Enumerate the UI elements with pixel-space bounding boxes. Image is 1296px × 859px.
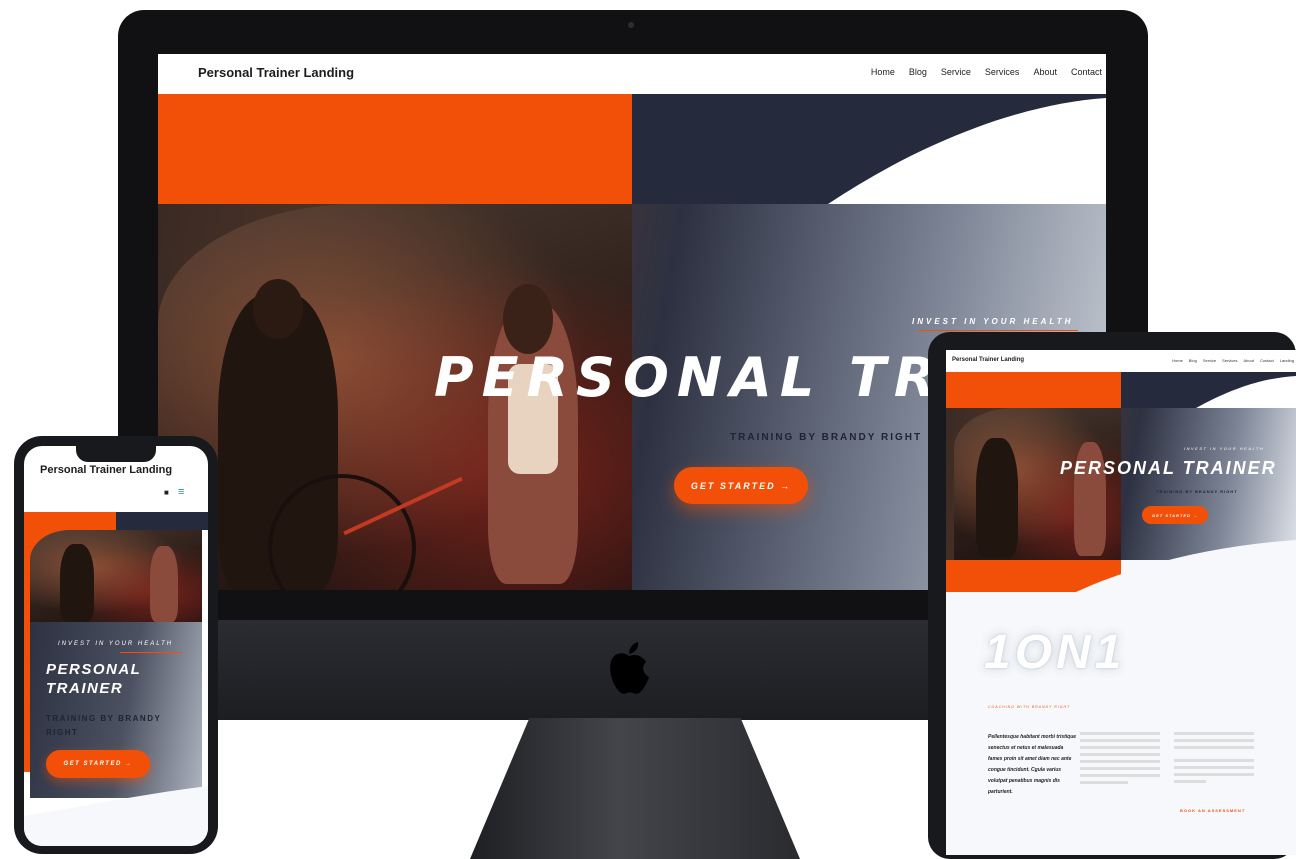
hero-eyebrow: INVEST IN YOUR HEALTH bbox=[912, 317, 1074, 326]
section-caption: COACHING WITH BRANDY RIGHT bbox=[988, 705, 1071, 709]
camera-icon bbox=[628, 22, 634, 28]
tablet-hero-title: PERSONAL TRAINER bbox=[1060, 458, 1277, 478]
phone-hero-subtitle: TRAINING BY BRANDY RIGHT bbox=[46, 714, 162, 737]
phone-notch bbox=[76, 446, 156, 462]
phone-hero-photo bbox=[30, 530, 202, 622]
phone-coach-figure bbox=[150, 546, 178, 622]
text-column-1 bbox=[1080, 732, 1160, 784]
text-column-2 bbox=[1174, 732, 1254, 783]
phone-trainee-figure bbox=[60, 544, 94, 622]
hamburger-menu-icon[interactable]: ≡ bbox=[178, 486, 184, 498]
phone-eyebrow-underline bbox=[120, 652, 182, 653]
section-heading: 1ON1 bbox=[984, 626, 1126, 679]
phone-navy-block bbox=[116, 512, 208, 530]
phone-hero-eyebrow: INVEST IN YOUR HEALTH bbox=[58, 641, 174, 647]
phone-bottom-curve bbox=[24, 786, 208, 846]
eyebrow-underline bbox=[918, 330, 1078, 331]
tablet-hero-eyebrow: INVEST IN YOUR HEALTH bbox=[1184, 446, 1265, 451]
cart-icon[interactable]: ■ bbox=[164, 488, 169, 497]
phone-brand[interactable]: Personal Trainer Landing bbox=[40, 464, 172, 476]
book-assessment-button[interactable]: BOOK AN ASSESSMENT bbox=[1180, 808, 1245, 813]
phone-screen: Personal Trainer Landing ■ ≡ INVEST IN Y… bbox=[24, 446, 208, 846]
coach-head bbox=[503, 284, 553, 354]
tablet-screen: Personal Trainer Landing Home Blog Servi… bbox=[946, 350, 1296, 855]
phone-get-started-button[interactable]: GET STARTED → bbox=[46, 750, 150, 778]
get-started-button[interactable]: GET STARTED → bbox=[674, 467, 808, 504]
section-quote: Pellentesque habitant morbi tristique se… bbox=[988, 734, 1077, 795]
trainee-head bbox=[253, 279, 303, 339]
tablet-get-started-button[interactable]: GET STARTED → bbox=[1142, 506, 1208, 524]
phone-hero-title: PERSONAL TRAINER bbox=[46, 661, 142, 697]
tablet-hero-subtitle: TRAINING BY BRANDY RIGHT bbox=[1156, 489, 1238, 494]
apple-logo-icon bbox=[608, 640, 650, 696]
hero-subtitle: TRAINING BY BRANDY RIGHT bbox=[730, 432, 923, 443]
monitor-stand bbox=[470, 718, 800, 859]
